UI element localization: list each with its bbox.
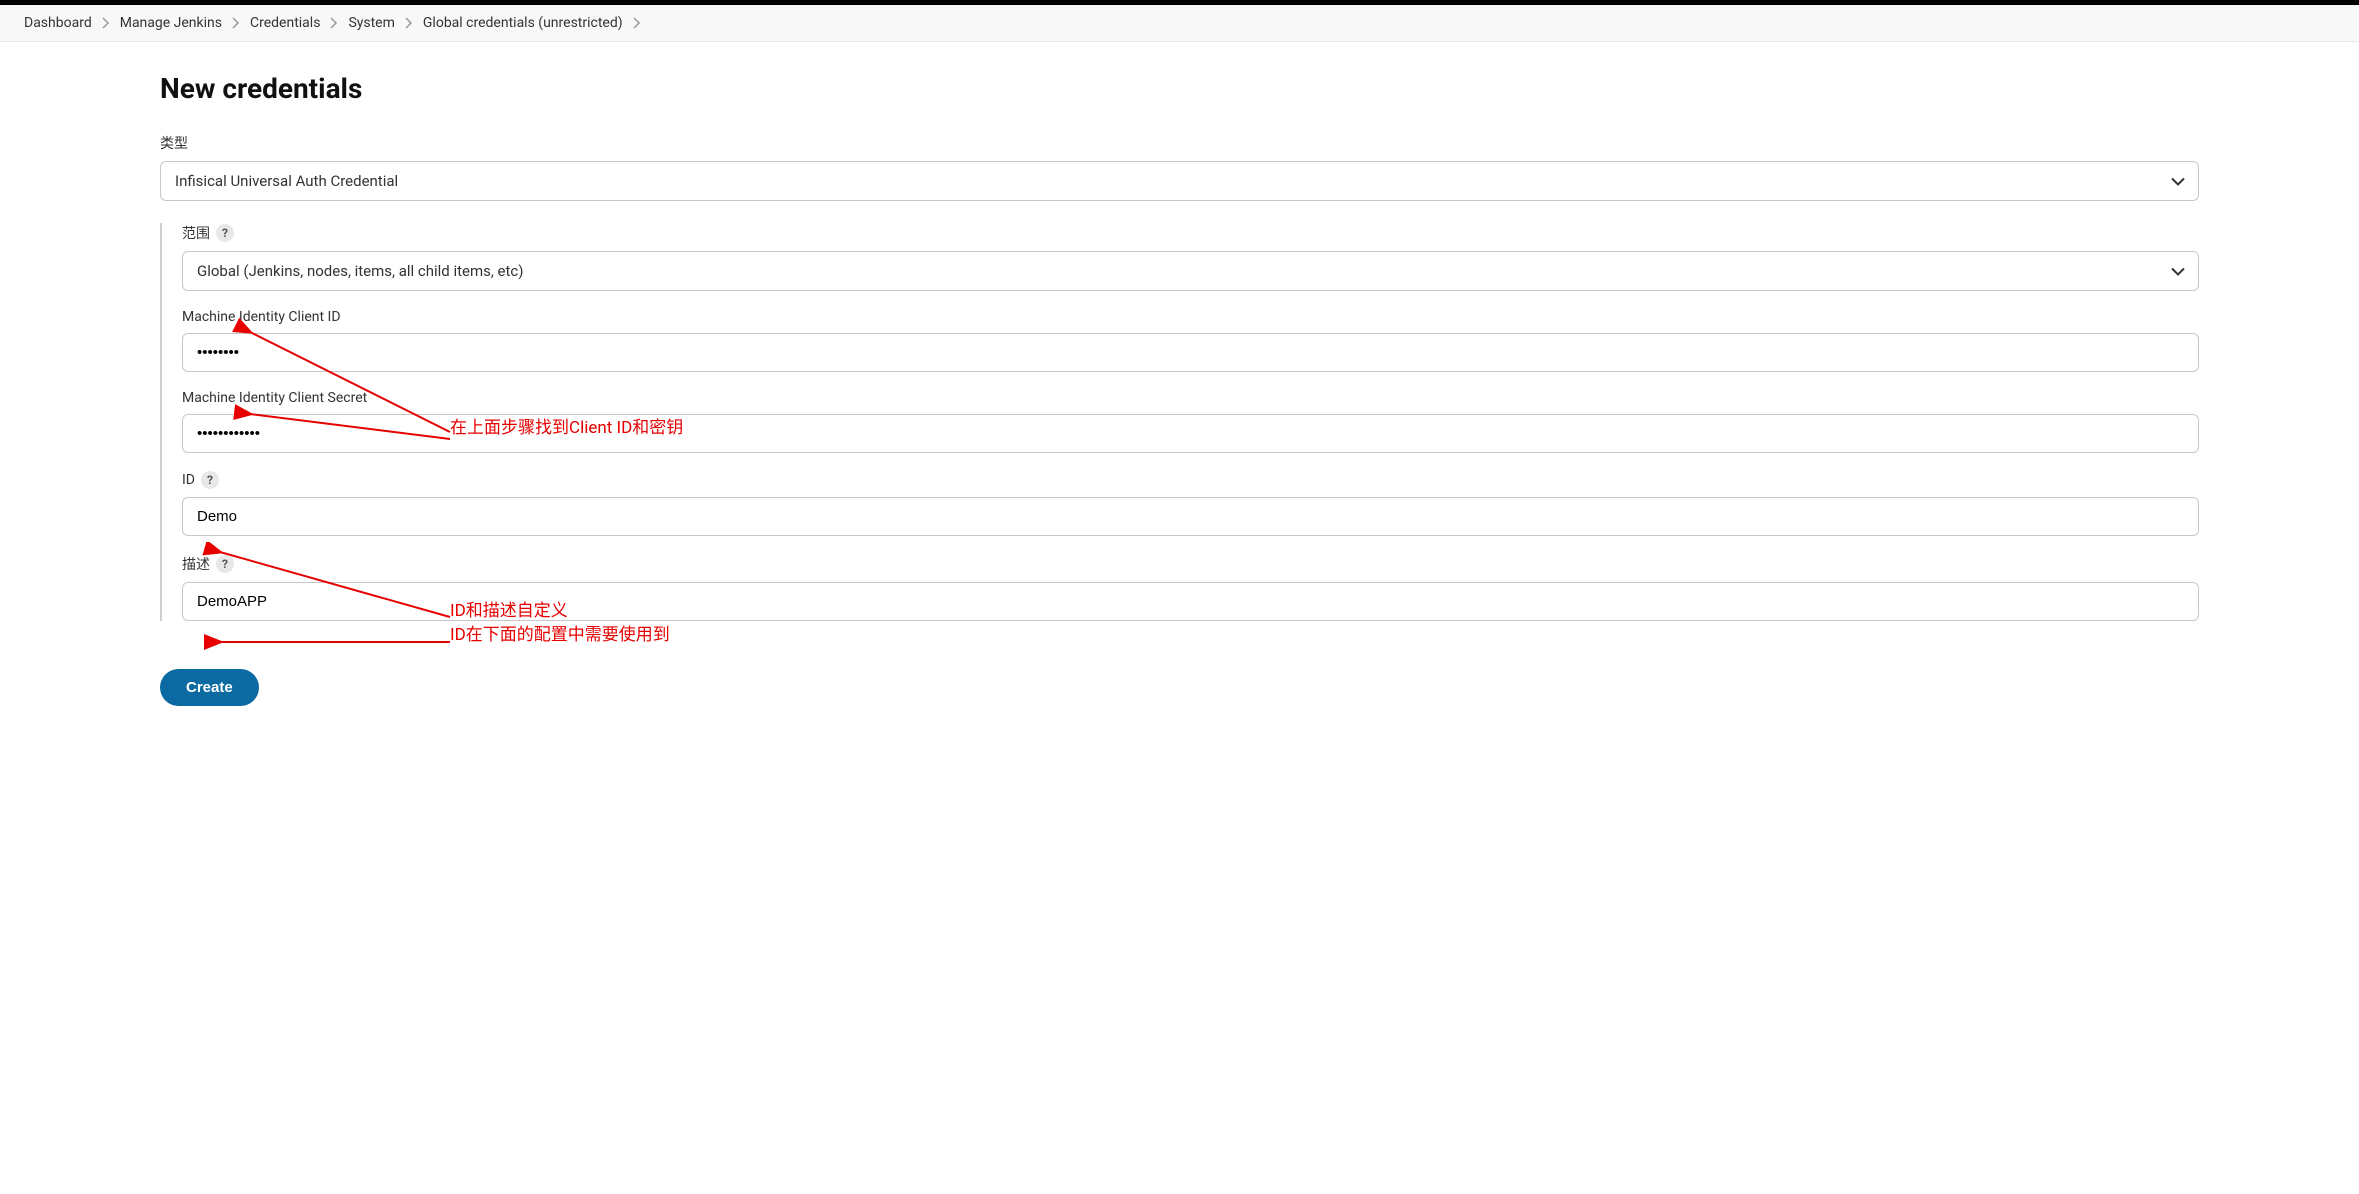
breadcrumb: Dashboard Manage Jenkins Credentials Sys… <box>0 5 2359 42</box>
client-secret-label: Machine Identity Client Secret <box>182 390 2199 406</box>
id-label: ID <box>182 472 195 488</box>
breadcrumb-item-dashboard[interactable]: Dashboard <box>24 15 92 31</box>
chevron-right-icon <box>102 17 110 29</box>
help-icon[interactable]: ? <box>201 471 219 489</box>
chevron-right-icon <box>232 17 240 29</box>
create-button[interactable]: Create <box>160 669 259 706</box>
client-secret-input[interactable] <box>182 414 2199 453</box>
description-input[interactable] <box>182 582 2199 621</box>
annotation-text-2b: ID在下面的配置中需要使用到 <box>450 624 670 648</box>
scope-label: 范围 <box>182 223 210 243</box>
breadcrumb-item-system[interactable]: System <box>348 15 394 31</box>
scope-select[interactable]: Global (Jenkins, nodes, items, all child… <box>182 251 2199 291</box>
type-label: 类型 <box>160 133 2199 153</box>
chevron-right-icon <box>405 17 413 29</box>
help-icon[interactable]: ? <box>216 555 234 573</box>
chevron-right-icon <box>633 17 641 29</box>
chevron-right-icon <box>330 17 338 29</box>
client-id-label: Machine Identity Client ID <box>182 309 2199 325</box>
client-id-input[interactable] <box>182 333 2199 372</box>
description-label: 描述 <box>182 554 210 574</box>
help-icon[interactable]: ? <box>216 224 234 242</box>
id-input[interactable] <box>182 497 2199 536</box>
type-select[interactable]: Infisical Universal Auth Credential <box>160 161 2199 201</box>
breadcrumb-item-credentials[interactable]: Credentials <box>250 15 320 31</box>
breadcrumb-item-global-credentials[interactable]: Global credentials (unrestricted) <box>423 15 623 31</box>
breadcrumb-item-manage-jenkins[interactable]: Manage Jenkins <box>120 15 222 31</box>
page-title: New credentials <box>160 72 2199 105</box>
